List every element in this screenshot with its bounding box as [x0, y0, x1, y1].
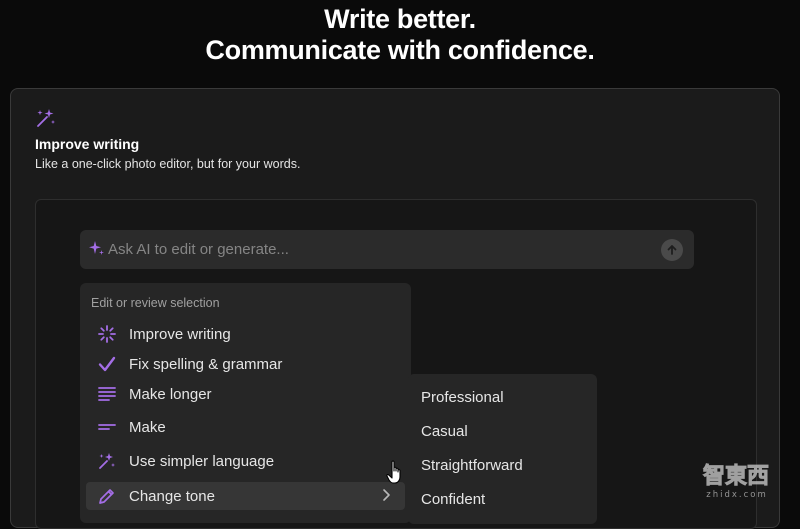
menu-item-label: Make longer	[129, 385, 212, 403]
chevron-right-icon	[381, 488, 391, 507]
ask-ai-input[interactable]	[108, 230, 648, 269]
sparkle-icon	[88, 240, 105, 257]
lines-long-icon	[96, 383, 118, 405]
hero-line-1: Write better.	[324, 4, 476, 34]
hero-line-2: Communicate with confidence.	[205, 35, 595, 65]
card-title: Improve writing	[35, 136, 140, 152]
checkmark-icon	[96, 353, 118, 375]
menu-item-label: Make	[129, 418, 166, 436]
menu-item-change-tone[interactable]: Change tone	[86, 482, 405, 510]
menu-item-fix-spelling[interactable]: Fix spelling & grammar	[86, 350, 405, 378]
svg-text:zhidx.com: zhidx.com	[706, 490, 768, 500]
menu-item-label: Fix spelling & grammar	[129, 355, 283, 373]
tone-option-straightforward[interactable]: Straightforward	[421, 457, 523, 474]
menu-header: Edit or review selection	[91, 296, 220, 310]
menu-item-label: Change tone	[129, 487, 215, 505]
menu-item-simpler-language[interactable]: Use simpler language	[86, 447, 405, 475]
magic-wand-sparkle-icon	[35, 107, 57, 129]
send-button[interactable]	[661, 239, 683, 261]
sparkle-burst-icon	[96, 323, 118, 345]
pen-icon	[96, 485, 118, 507]
tone-option-confident[interactable]: Confident	[421, 491, 485, 508]
magic-sparkle-icon	[96, 450, 118, 472]
hand-pointer-cursor-icon	[386, 460, 406, 486]
zhidx-watermark-logo: 智東西 zhidx.com	[703, 463, 770, 500]
tone-submenu: Professional Casual Straightforward Conf…	[408, 374, 597, 524]
menu-item-make-longer[interactable]: Make longer	[86, 380, 405, 408]
lines-short-icon	[96, 416, 118, 438]
card-subtitle: Like a one-click photo editor, but for y…	[35, 157, 301, 171]
svg-text:智東西: 智東西	[703, 463, 769, 489]
menu-item-improve-writing[interactable]: Improve writing	[86, 320, 405, 348]
hero-heading: Write better. Communicate with confidenc…	[0, 4, 800, 66]
menu-item-label: Improve writing	[129, 325, 231, 343]
tone-option-casual[interactable]: Casual	[421, 423, 468, 440]
edit-menu: Edit or review selection Improve writing…	[80, 283, 411, 523]
tone-option-professional[interactable]: Professional	[421, 389, 504, 406]
arrow-up-icon	[667, 245, 677, 255]
menu-item-label: Use simpler language	[129, 452, 275, 470]
menu-item-make-shorter[interactable]: Make	[86, 413, 405, 441]
ask-ai-bar[interactable]	[80, 230, 694, 269]
